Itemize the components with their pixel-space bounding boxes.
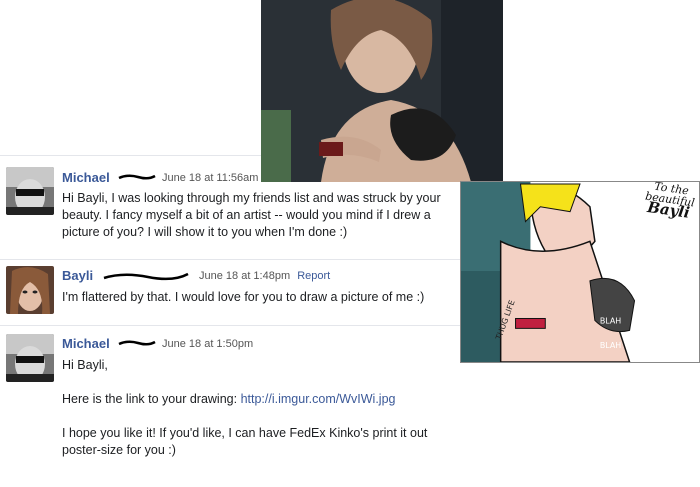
avatar[interactable] bbox=[6, 334, 54, 382]
timestamp: June 18 at 1:50pm bbox=[162, 338, 254, 350]
timestamp-text: June 18 at 1:48pm bbox=[199, 270, 291, 282]
sender-name[interactable]: Bayli bbox=[62, 268, 93, 283]
message-divider bbox=[0, 325, 460, 326]
name-scribble bbox=[118, 174, 156, 180]
message-paragraph: Hi Bayli, I was looking through my frien… bbox=[62, 191, 441, 239]
message-closing: I hope you like it! If you'd like, I can… bbox=[62, 426, 428, 457]
message-paragraph: I'm flattered by that. I would love for … bbox=[62, 290, 425, 304]
link-prefix: Here is the link to your drawing: bbox=[62, 392, 238, 406]
profile-photo bbox=[261, 0, 503, 182]
report-link[interactable]: Report bbox=[297, 270, 330, 282]
avatar[interactable] bbox=[6, 266, 54, 314]
timestamp: June 18 at 1:48pm Report bbox=[199, 270, 330, 282]
message-divider bbox=[0, 259, 460, 260]
drawing-link[interactable]: http://i.imgur.com/WvIWi.jpg bbox=[241, 392, 396, 406]
timestamp: June 18 at 11:56am bbox=[162, 172, 259, 184]
message-text: Hi Bayli, Here is the link to your drawi… bbox=[62, 357, 458, 459]
message-text: I'm flattered by that. I would love for … bbox=[62, 289, 458, 306]
message-link-line: Here is the link to your drawing: http:/… bbox=[62, 391, 458, 408]
name-scribble bbox=[118, 340, 156, 346]
sender-name[interactable]: Michael bbox=[62, 170, 110, 185]
sender-name[interactable]: Michael bbox=[62, 336, 110, 351]
name-scribble bbox=[103, 272, 189, 281]
drawing-caption: To the beautiful Bayli bbox=[638, 179, 700, 222]
avatar[interactable] bbox=[6, 167, 54, 215]
svg-text:BLAH: BLAH bbox=[600, 316, 621, 325]
message-text: Hi Bayli, I was looking through my frien… bbox=[62, 190, 466, 241]
message-greeting: Hi Bayli, bbox=[62, 358, 108, 372]
svg-text:BLAH: BLAH bbox=[600, 341, 621, 350]
message-divider bbox=[0, 155, 261, 156]
